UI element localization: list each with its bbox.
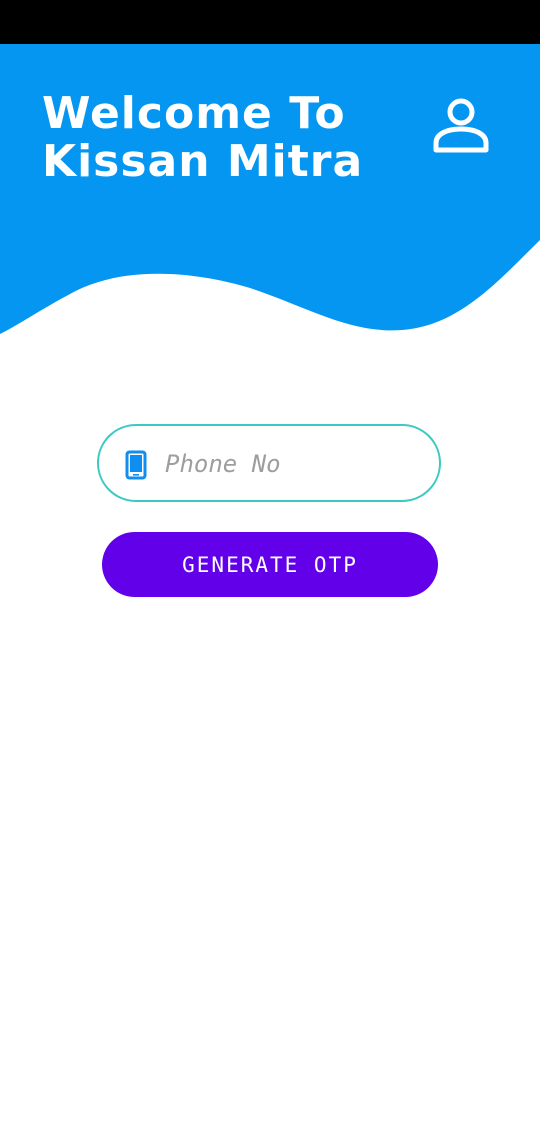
phone-field[interactable] [97,424,441,502]
smartphone-icon [125,450,147,480]
status-bar [0,0,540,44]
person-outline-icon [433,98,489,153]
phone-number-input[interactable] [165,440,415,488]
generate-otp-button[interactable]: GENERATE OTP [102,532,438,597]
welcome-title: Welcome To Kissan Mitra [42,88,364,187]
profile-button[interactable] [430,96,492,158]
